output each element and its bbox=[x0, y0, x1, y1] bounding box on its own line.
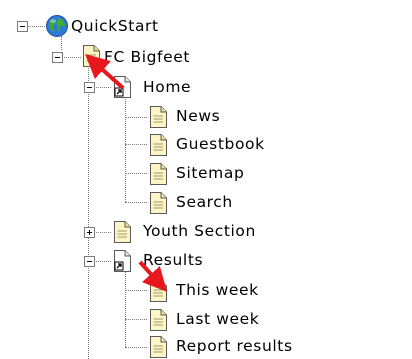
tree-node-results[interactable]: Results bbox=[143, 250, 203, 270]
tree-line bbox=[27, 26, 45, 27]
tree-line bbox=[125, 96, 126, 202]
collapse-toggle-quickstart[interactable] bbox=[17, 21, 28, 32]
tree-line bbox=[125, 173, 147, 174]
tree-node-last-week[interactable]: Last week bbox=[176, 309, 259, 329]
tree-line bbox=[125, 117, 147, 118]
page-icon bbox=[150, 106, 167, 128]
tree-node-news[interactable]: News bbox=[176, 106, 220, 126]
page-icon bbox=[150, 280, 167, 302]
globe-icon bbox=[46, 15, 68, 37]
collapse-toggle-fc-bigfeet[interactable] bbox=[52, 52, 63, 63]
shortcut-page-icon bbox=[114, 76, 131, 98]
page-icon bbox=[83, 45, 100, 67]
tree-line bbox=[93, 261, 111, 262]
tree-line bbox=[61, 57, 81, 58]
page-icon bbox=[150, 336, 167, 358]
tree-line bbox=[93, 87, 111, 88]
tree-node-report-results[interactable]: Report results bbox=[176, 336, 293, 356]
tree-node-this-week[interactable]: This week bbox=[176, 280, 259, 300]
page-tree: QuickStart FC Bigfeet Home News Guestboo… bbox=[0, 0, 412, 359]
tree-node-sitemap[interactable]: Sitemap bbox=[176, 163, 244, 183]
collapse-toggle-results[interactable] bbox=[84, 256, 95, 267]
page-icon bbox=[114, 221, 131, 243]
expand-toggle-youth-section[interactable] bbox=[84, 227, 95, 238]
tree-line bbox=[125, 144, 147, 145]
tree-line bbox=[125, 347, 147, 348]
page-icon bbox=[150, 134, 167, 156]
tree-node-quickstart[interactable]: QuickStart bbox=[71, 16, 159, 36]
tree-line bbox=[61, 36, 62, 50]
tree-line bbox=[125, 271, 126, 347]
page-icon bbox=[150, 192, 167, 214]
tree-node-fc-bigfeet[interactable]: FC Bigfeet bbox=[104, 47, 190, 67]
tree-node-guestbook[interactable]: Guestbook bbox=[176, 134, 265, 154]
collapse-toggle-home[interactable] bbox=[84, 82, 95, 93]
tree-line bbox=[125, 290, 147, 291]
page-icon bbox=[150, 309, 167, 331]
tree-line bbox=[88, 62, 89, 359]
tree-node-youth-section[interactable]: Youth Section bbox=[143, 221, 256, 241]
tree-line bbox=[125, 202, 147, 203]
tree-line bbox=[125, 319, 147, 320]
shortcut-page-icon bbox=[114, 250, 131, 272]
page-icon bbox=[150, 163, 167, 185]
tree-line bbox=[93, 232, 111, 233]
tree-node-search[interactable]: Search bbox=[176, 192, 233, 212]
tree-node-home[interactable]: Home bbox=[143, 77, 191, 97]
